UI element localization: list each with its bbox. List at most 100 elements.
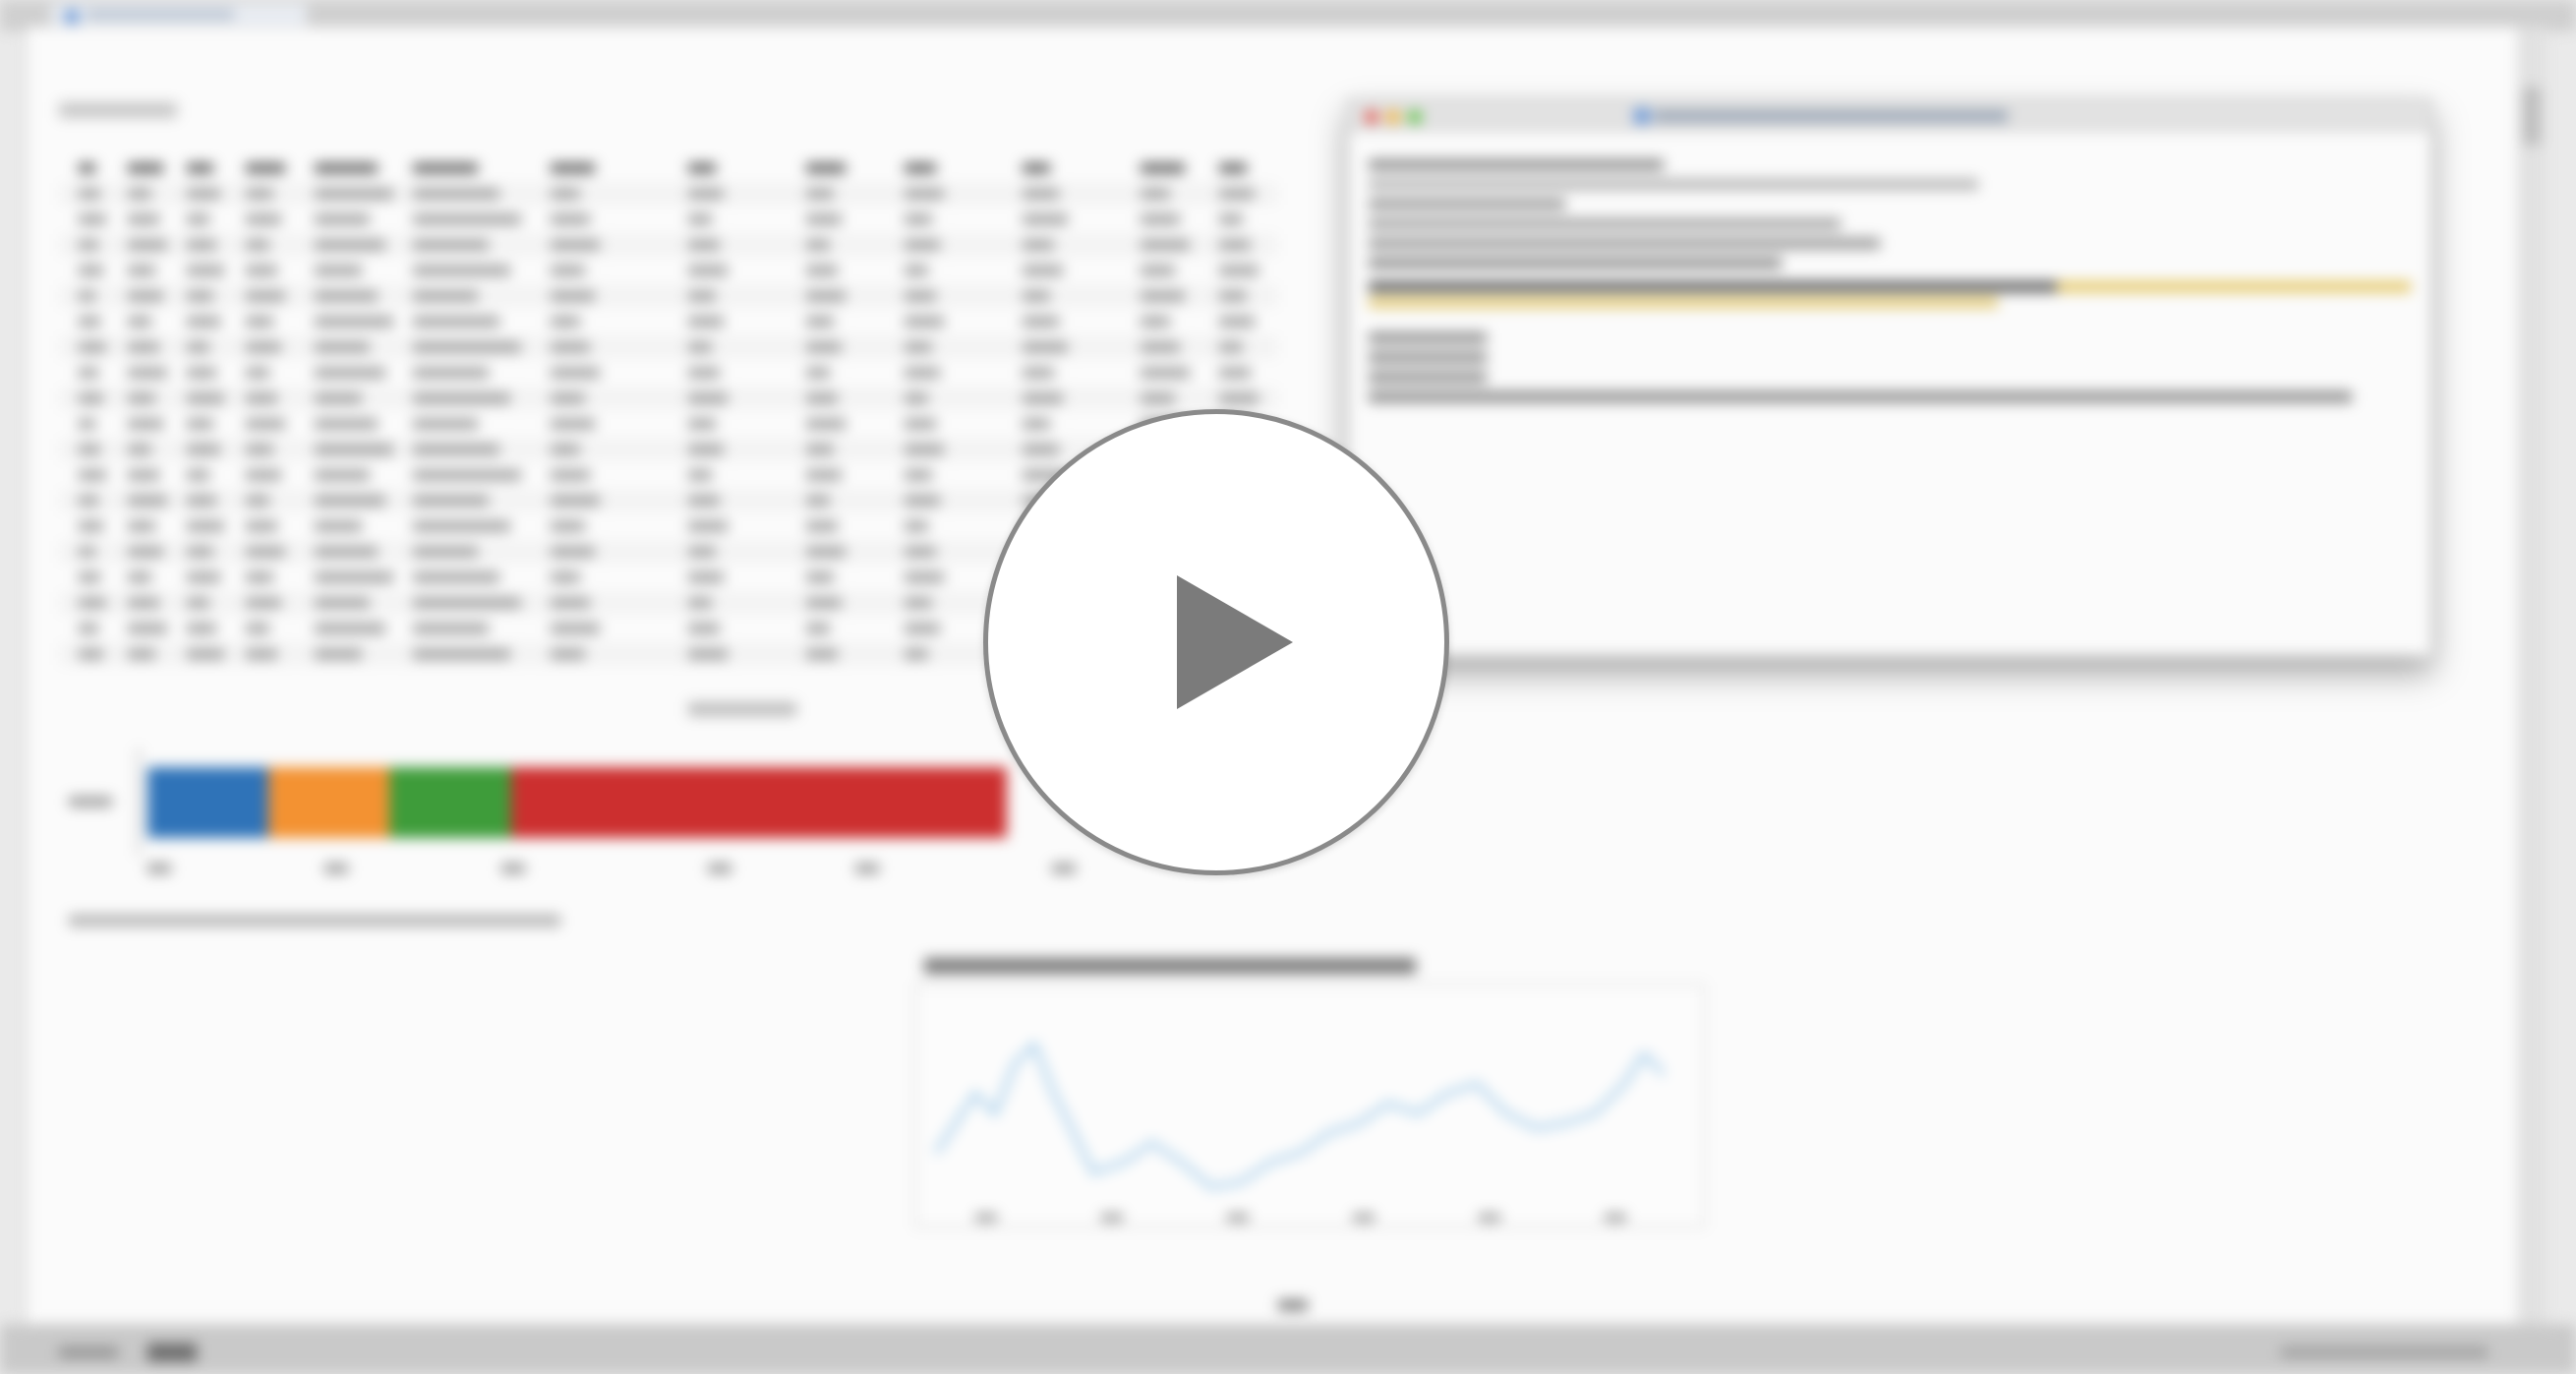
- table-cell: [128, 496, 167, 506]
- table-cell: [806, 624, 830, 633]
- table-cell: [246, 291, 285, 301]
- table-cell: [551, 291, 595, 301]
- table-cell: [1023, 393, 1064, 403]
- table-cell: [413, 393, 510, 403]
- table-cell: [187, 649, 224, 659]
- table-cell: [688, 342, 712, 352]
- scrollbar-thumb: [2523, 87, 2541, 146]
- stacked-bar-segment: [268, 767, 390, 838]
- table-cell: [315, 649, 362, 659]
- table-cell: [905, 521, 928, 531]
- table-row: [59, 311, 1278, 332]
- table-cell: [79, 419, 95, 429]
- bar-chart-tick: [501, 864, 525, 873]
- table-cell: [551, 547, 595, 557]
- table-cell: [315, 291, 378, 301]
- line-chart-tick: [1605, 1214, 1626, 1222]
- table-cell: [315, 470, 370, 480]
- table-cell: [1141, 291, 1185, 301]
- table-cell: [1023, 368, 1055, 378]
- ide-titlebar: [1349, 100, 2430, 132]
- table-cell: [79, 470, 106, 480]
- table-cell: [413, 291, 478, 301]
- play-button[interactable]: [983, 409, 1449, 875]
- table-row: [59, 362, 1278, 384]
- code-line: [1369, 218, 1841, 229]
- table-cell: [246, 368, 269, 378]
- table-cell: [246, 266, 277, 275]
- table-cell: [315, 342, 370, 352]
- table-cell: [551, 240, 600, 250]
- table-row: [59, 413, 1278, 435]
- code-line: [1369, 238, 1880, 249]
- table-cell: [128, 521, 155, 531]
- table-cell: [128, 445, 151, 454]
- table-cell: [806, 445, 834, 454]
- table-cell: [128, 291, 163, 301]
- table-cell: [315, 393, 362, 403]
- table-cell: [128, 393, 155, 403]
- table-cell: [806, 189, 834, 199]
- dataframe-label: [59, 102, 177, 118]
- table-cell: [551, 163, 595, 173]
- table-cell: [187, 240, 217, 250]
- table-cell: [79, 521, 104, 531]
- table-cell: [806, 317, 834, 327]
- table-cell: [806, 470, 842, 480]
- table-cell: [79, 547, 95, 557]
- table-row: [59, 209, 1278, 230]
- table-cell: [79, 445, 101, 454]
- code-line: [1369, 297, 1998, 308]
- table-cell: [905, 598, 932, 608]
- table-cell: [806, 649, 838, 659]
- table-cell: [1023, 291, 1050, 301]
- code-line: [2057, 281, 2411, 292]
- table-cell: [1141, 240, 1190, 250]
- table-cell: [688, 317, 724, 327]
- table-cell: [688, 240, 720, 250]
- table-cell: [1023, 342, 1068, 352]
- table-cell: [688, 214, 712, 224]
- table-cell: [905, 240, 940, 250]
- table-cell: [1219, 291, 1247, 301]
- code-line: [1369, 391, 2352, 402]
- table-cell: [806, 572, 834, 582]
- table-cell: [413, 163, 478, 173]
- table-cell: [1023, 189, 1059, 199]
- table-cell: [315, 240, 385, 250]
- table-cell: [688, 496, 720, 506]
- table-cell: [1219, 163, 1247, 173]
- table-cell: [905, 163, 936, 173]
- table-cell: [187, 521, 224, 531]
- table-cell: [1219, 266, 1259, 275]
- table-cell: [806, 266, 838, 275]
- table-cell: [187, 393, 224, 403]
- bar-chart-title: [688, 702, 796, 716]
- code-line: [1369, 258, 1782, 269]
- line-chart-tick: [1101, 1214, 1123, 1222]
- bar-chart-tick: [1052, 864, 1076, 873]
- table-cell: [688, 393, 728, 403]
- table-cell: [905, 291, 936, 301]
- table-cell: [79, 266, 104, 275]
- bar-chart-tick: [708, 864, 732, 873]
- table-cell: [905, 445, 944, 454]
- table-cell: [315, 317, 393, 327]
- table-cell: [246, 419, 285, 429]
- table-cell: [905, 342, 932, 352]
- table-cell: [79, 649, 104, 659]
- table-cell: [551, 649, 585, 659]
- table-cell: [688, 368, 720, 378]
- table-cell: [806, 291, 846, 301]
- table-cell: [187, 547, 213, 557]
- table-cell: [1141, 368, 1190, 378]
- table-cell: [128, 266, 155, 275]
- table-cell: [551, 368, 600, 378]
- status-icon: [147, 1344, 197, 1361]
- table-cell: [688, 445, 724, 454]
- table-cell: [1141, 189, 1170, 199]
- table-cell: [79, 214, 106, 224]
- table-cell: [551, 624, 600, 633]
- table-cell: [187, 189, 221, 199]
- table-cell: [1219, 189, 1255, 199]
